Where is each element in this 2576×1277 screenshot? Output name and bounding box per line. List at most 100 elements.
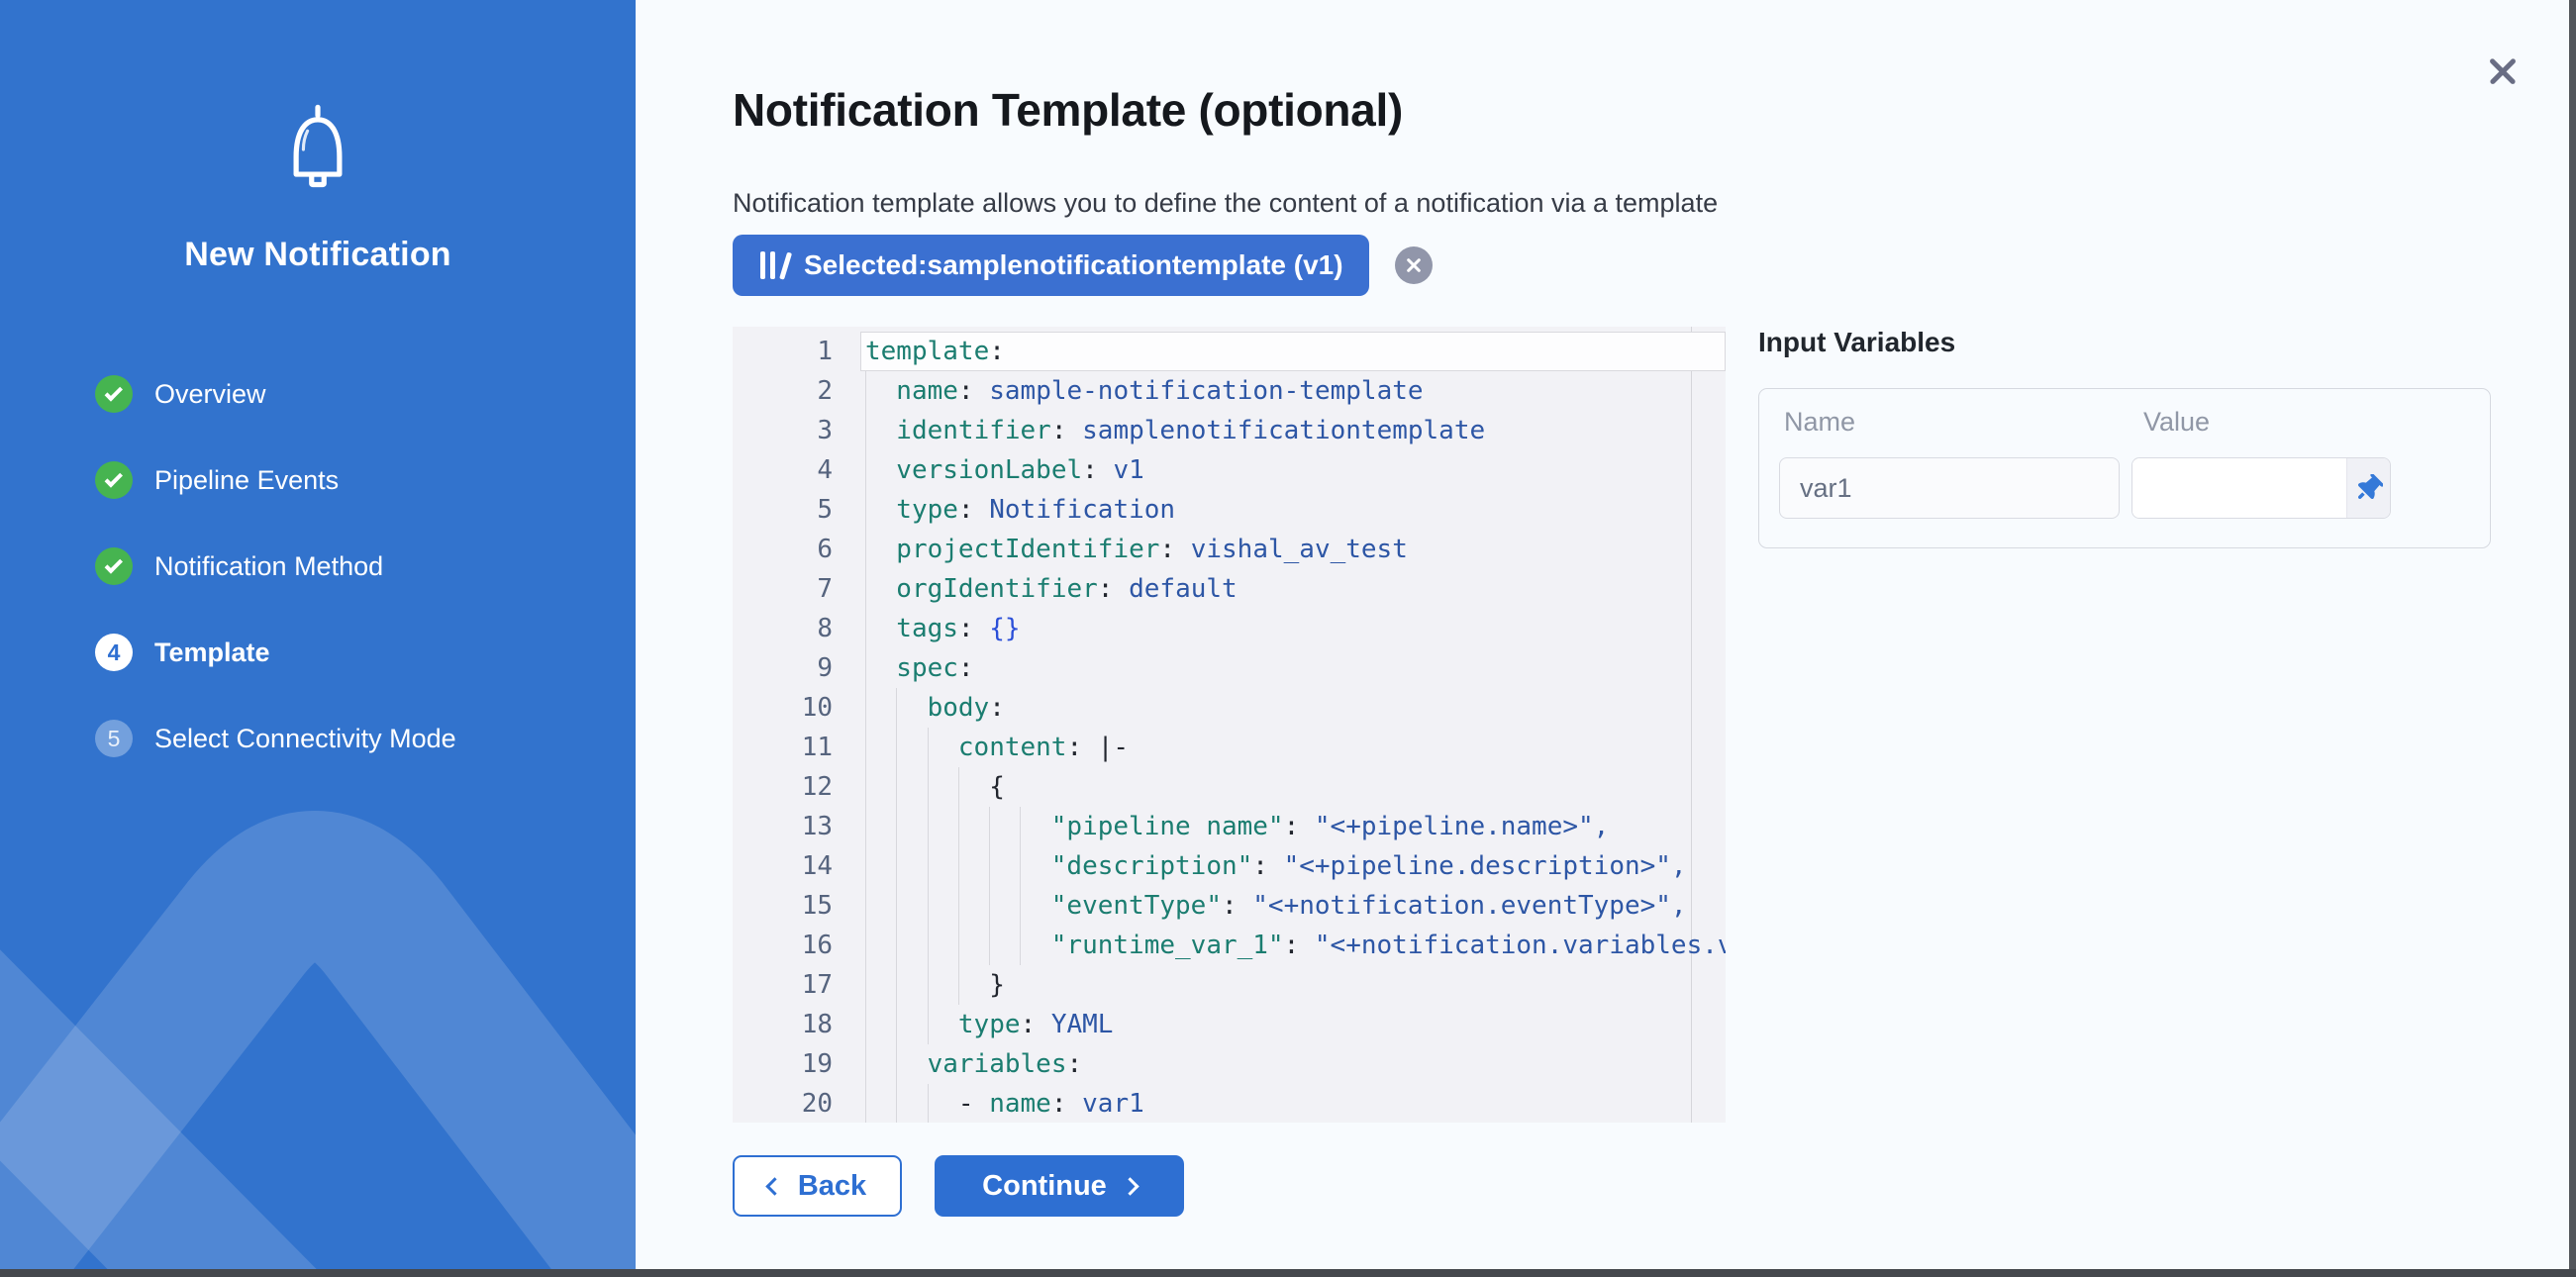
- code-text: "description": "<+pipeline.description>"…: [860, 846, 1726, 886]
- new-notification-dialog: New Notification Overview Pipeline Event…: [0, 0, 2576, 1277]
- code-text: }: [860, 965, 1726, 1005]
- code-text: "pipeline name": "<+pipeline.name>",: [860, 807, 1726, 846]
- screen-edge-right: [2569, 0, 2576, 1277]
- step-select-connectivity-mode[interactable]: 5 Select Connectivity Mode: [95, 719, 456, 758]
- line-number: 14: [733, 846, 860, 886]
- line-number: 9: [733, 648, 860, 688]
- variable-value-group: [2131, 457, 2391, 519]
- code-lines: 1template:2name: sample-notification-tem…: [733, 332, 1726, 1123]
- bell-icon: [268, 99, 367, 198]
- code-text: spec:: [860, 648, 1726, 688]
- line-number: 20: [733, 1084, 860, 1123]
- pin-runtime-input-button[interactable]: [2346, 458, 2390, 518]
- selected-template-label: Selected:samplenotificationtemplate (v1): [804, 249, 1343, 281]
- code-line: 14"description": "<+pipeline.description…: [733, 846, 1726, 886]
- line-number: 19: [733, 1044, 860, 1084]
- remove-template-button[interactable]: [1395, 246, 1433, 284]
- code-line: 13"pipeline name": "<+pipeline.name>",: [733, 807, 1726, 846]
- code-line: 8tags: {}: [733, 609, 1726, 648]
- code-line: 2name: sample-notification-template: [733, 371, 1726, 411]
- check-icon: [104, 555, 122, 573]
- line-number: 13: [733, 807, 860, 846]
- code-text: name: sample-notification-template: [860, 371, 1726, 411]
- code-line: 12{: [733, 767, 1726, 807]
- line-number: 16: [733, 926, 860, 965]
- code-text: versionLabel: v1: [860, 450, 1726, 490]
- code-text: content: |-: [860, 728, 1726, 767]
- line-number: 6: [733, 530, 860, 569]
- line-number: 17: [733, 965, 860, 1005]
- code-line: 1template:: [733, 332, 1726, 371]
- step-number-badge: 5: [95, 720, 133, 757]
- line-number: 8: [733, 609, 860, 648]
- back-button[interactable]: Back: [733, 1155, 902, 1217]
- chevron-left-icon: [765, 1177, 783, 1195]
- template-library-icon: [758, 249, 788, 281]
- code-text: type: Notification: [860, 490, 1726, 530]
- code-text: "eventType": "<+notification.eventType>"…: [860, 886, 1726, 926]
- code-text: "runtime_var_1": "<+notification.variabl…: [860, 926, 1726, 965]
- check-icon: [104, 383, 122, 401]
- line-number: 15: [733, 886, 860, 926]
- code-text: tags: {}: [860, 609, 1726, 648]
- code-text: template:: [860, 332, 1726, 371]
- line-number: 10: [733, 688, 860, 728]
- code-line: 20- name: var1: [733, 1084, 1726, 1123]
- step-done-icon: [95, 375, 133, 413]
- wizard-steps: Overview Pipeline Events Notification Me…: [95, 374, 456, 805]
- column-header-value: Value: [2143, 407, 2210, 438]
- code-line: 5type: Notification: [733, 490, 1726, 530]
- step-pipeline-events[interactable]: Pipeline Events: [95, 460, 456, 500]
- pushpin-icon: [2355, 474, 2383, 502]
- step-notification-method[interactable]: Notification Method: [95, 546, 456, 586]
- selected-template-chip[interactable]: Selected:samplenotificationtemplate (v1): [733, 235, 1369, 296]
- code-line: 19variables:: [733, 1044, 1726, 1084]
- code-line: 15"eventType": "<+notification.eventType…: [733, 886, 1726, 926]
- code-text: type: YAML: [860, 1005, 1726, 1044]
- page-description: Notification template allows you to defi…: [733, 188, 1718, 219]
- input-variables-title: Input Variables: [1758, 327, 1955, 358]
- code-line: 7orgIdentifier: default: [733, 569, 1726, 609]
- line-number: 1: [733, 332, 860, 371]
- code-line: 6projectIdentifier: vishal_av_test: [733, 530, 1726, 569]
- code-line: 10body:: [733, 688, 1726, 728]
- line-number: 12: [733, 767, 860, 807]
- code-text: identifier: samplenotificationtemplate: [860, 411, 1726, 450]
- variable-value-input[interactable]: [2132, 458, 2346, 518]
- line-number: 7: [733, 569, 860, 609]
- selected-template-row: Selected:samplenotificationtemplate (v1): [733, 235, 1433, 296]
- page-title: Notification Template (optional): [733, 83, 1403, 137]
- line-number: 18: [733, 1005, 860, 1044]
- chevron-right-icon: [1121, 1177, 1139, 1195]
- code-text: body:: [860, 688, 1726, 728]
- line-number: 5: [733, 490, 860, 530]
- code-line: 3identifier: samplenotificationtemplate: [733, 411, 1726, 450]
- line-number: 4: [733, 450, 860, 490]
- step-done-icon: [95, 547, 133, 585]
- close-dialog-button[interactable]: [2481, 49, 2525, 93]
- step-overview[interactable]: Overview: [95, 374, 456, 414]
- line-number: 2: [733, 371, 860, 411]
- step-template[interactable]: 4 Template: [95, 633, 456, 672]
- code-line: 18type: YAML: [733, 1005, 1726, 1044]
- yaml-editor[interactable]: 1template:2name: sample-notification-tem…: [733, 327, 1726, 1123]
- line-number: 3: [733, 411, 860, 450]
- wizard-title: New Notification: [0, 236, 636, 274]
- screen-edge-bottom: [0, 1269, 2576, 1277]
- code-text: variables:: [860, 1044, 1726, 1084]
- continue-button[interactable]: Continue: [935, 1155, 1184, 1217]
- code-text: projectIdentifier: vishal_av_test: [860, 530, 1726, 569]
- code-text: - name: var1: [860, 1084, 1726, 1123]
- code-line: 16"runtime_var_1": "<+notification.varia…: [733, 926, 1726, 965]
- step-number-badge: 4: [95, 634, 133, 671]
- line-number: 11: [733, 728, 860, 767]
- input-variables-card: Name Value: [1758, 388, 2491, 548]
- wizard-sidebar: New Notification Overview Pipeline Event…: [0, 0, 636, 1277]
- code-line: 11content: |-: [733, 728, 1726, 767]
- code-line: 9spec:: [733, 648, 1726, 688]
- column-header-name: Name: [1784, 407, 1855, 438]
- code-line: 4versionLabel: v1: [733, 450, 1726, 490]
- variable-name-input[interactable]: [1779, 457, 2120, 519]
- code-text: {: [860, 767, 1726, 807]
- check-icon: [104, 469, 122, 487]
